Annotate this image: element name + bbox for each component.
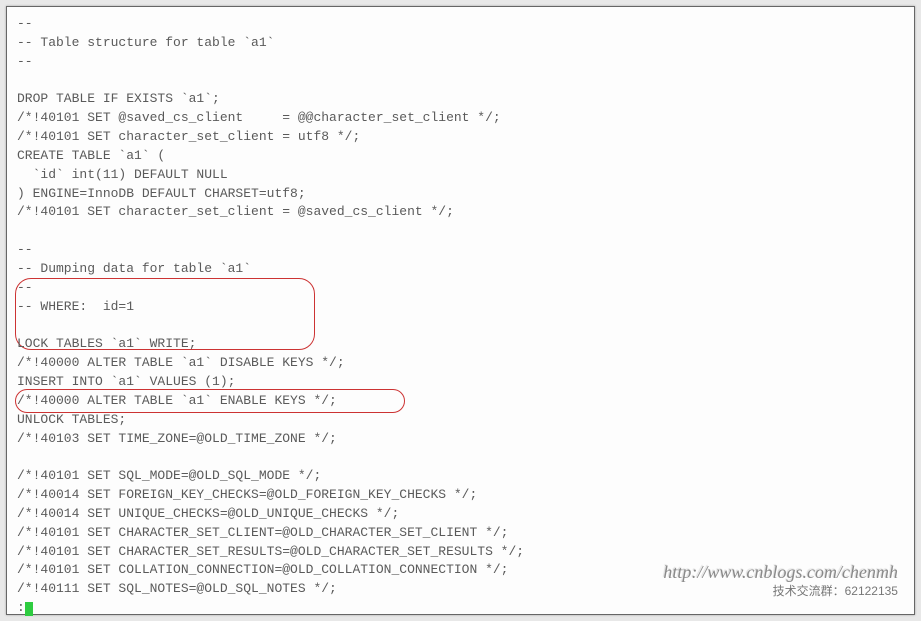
sql-output-line: INSERT INTO `a1` VALUES (1);	[17, 373, 904, 392]
sql-output-line: --	[17, 241, 904, 260]
prompt-symbol: :	[17, 599, 25, 618]
sql-output-line	[17, 317, 904, 336]
sql-output-line: -- Table structure for table `a1`	[17, 34, 904, 53]
sql-output-line: /*!40111 SET SQL_NOTES=@OLD_SQL_NOTES */…	[17, 580, 904, 599]
sql-output-line: -- WHERE: id=1	[17, 298, 904, 317]
sql-output-line: /*!40014 SET UNIQUE_CHECKS=@OLD_UNIQUE_C…	[17, 505, 904, 524]
sql-output-line: CREATE TABLE `a1` (	[17, 147, 904, 166]
sql-output-line: /*!40101 SET character_set_client = @sav…	[17, 203, 904, 222]
sql-output-line: --	[17, 53, 904, 72]
sql-output-line: --	[17, 279, 904, 298]
sql-output-line: -- Dumping data for table `a1`	[17, 260, 904, 279]
sql-output-line	[17, 72, 904, 91]
sql-output-line: /*!40101 SET COLLATION_CONNECTION=@OLD_C…	[17, 561, 904, 580]
sql-output-line	[17, 448, 904, 467]
sql-output-line: --	[17, 15, 904, 34]
sql-output-line: UNLOCK TABLES;	[17, 411, 904, 430]
sql-output-line: /*!40101 SET CHARACTER_SET_CLIENT=@OLD_C…	[17, 524, 904, 543]
terminal-window[interactable]: -- -- Table structure for table `a1` -- …	[6, 6, 915, 615]
sql-output-line: /*!40000 ALTER TABLE `a1` ENABLE KEYS */…	[17, 392, 904, 411]
sql-output-line: ) ENGINE=InnoDB DEFAULT CHARSET=utf8;	[17, 185, 904, 204]
sql-output-line: /*!40101 SET character_set_client = utf8…	[17, 128, 904, 147]
sql-output-line: DROP TABLE IF EXISTS `a1`;	[17, 90, 904, 109]
sql-output-line: /*!40103 SET TIME_ZONE=@OLD_TIME_ZONE */…	[17, 430, 904, 449]
sql-output-line: `id` int(11) DEFAULT NULL	[17, 166, 904, 185]
sql-output-line: /*!40101 SET @saved_cs_client = @@charac…	[17, 109, 904, 128]
sql-output-line: /*!40014 SET FOREIGN_KEY_CHECKS=@OLD_FOR…	[17, 486, 904, 505]
sql-output-line: /*!40000 ALTER TABLE `a1` DISABLE KEYS *…	[17, 354, 904, 373]
sql-output-line: LOCK TABLES `a1` WRITE;	[17, 335, 904, 354]
cursor-icon	[25, 602, 33, 616]
sql-output-line: /*!40101 SET CHARACTER_SET_RESULTS=@OLD_…	[17, 543, 904, 562]
terminal-prompt-line[interactable]: :	[17, 599, 904, 618]
sql-output-line: /*!40101 SET SQL_MODE=@OLD_SQL_MODE */;	[17, 467, 904, 486]
sql-output-line	[17, 222, 904, 241]
